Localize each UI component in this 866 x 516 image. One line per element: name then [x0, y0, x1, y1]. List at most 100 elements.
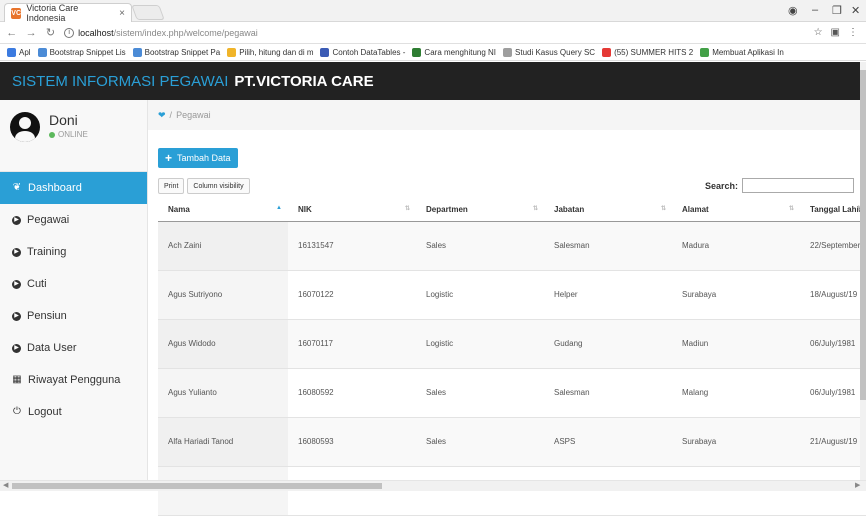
online-dot-icon: [49, 131, 55, 138]
table-cell: 16131547: [288, 221, 416, 271]
print-button[interactable]: Print: [158, 178, 185, 194]
extension-icon[interactable]: ▣: [831, 27, 840, 38]
url-field[interactable]: i localhost/sistem/index.php/welcome/peg…: [64, 24, 813, 41]
vertical-scrollbar[interactable]: [860, 62, 866, 480]
sidebar-item-label: Riwayat Pengguna: [28, 374, 121, 386]
search-label: Search:: [704, 180, 738, 191]
tab-title: Victoria Care Indonesia: [26, 3, 79, 23]
tab-close-icon[interactable]: ×: [119, 8, 125, 19]
calendar-icon: ▦: [12, 374, 22, 385]
home-icon: ❦: [12, 182, 22, 193]
minimize-icon[interactable]: –: [812, 4, 818, 16]
breadcrumb-current: Pegawai: [176, 110, 211, 120]
column-header[interactable]: NIK ⇅: [288, 198, 416, 222]
vertical-scroll-thumb[interactable]: [860, 70, 866, 400]
circle-arrow-icon: ▶: [12, 343, 21, 353]
maximize-icon[interactable]: ❐: [832, 4, 842, 17]
scroll-right-icon[interactable]: ▶: [855, 481, 860, 489]
circle-arrow-icon: ▶: [12, 311, 21, 321]
add-data-label: Tambah Data: [177, 153, 231, 163]
bookmark-item[interactable]: Studi Kasus Query SC: [503, 47, 595, 57]
sidebar-item-pegawai[interactable]: ▶ Pegawai: [0, 204, 147, 236]
sidebar-item-dashboard[interactable]: ❦ Dashboard: [0, 172, 147, 204]
browser-tab[interactable]: VC Victoria Care Indonesia ×: [4, 3, 132, 23]
sort-icon: ⇅: [532, 206, 538, 212]
bookmark-item[interactable]: (55) SUMMER HITS 2: [602, 47, 694, 57]
profile-icon[interactable]: ◉: [788, 4, 798, 17]
bookmark-item[interactable]: Bootstrap Snippet Pa: [132, 47, 221, 57]
table-cell: Gudang: [544, 319, 672, 369]
bookmark-item[interactable]: Bootstrap Snippet Lis: [37, 47, 126, 57]
menu-icon[interactable]: ⋮: [848, 27, 858, 38]
bookmark-label: Bootstrap Snippet Pa: [144, 47, 221, 57]
sidebar-item-label: Pensiun: [27, 310, 67, 322]
table-cell: 18/August/19: [800, 270, 866, 320]
table-cell: Madura: [672, 221, 800, 271]
search-input[interactable]: [742, 178, 854, 193]
bookmark-label: (55) SUMMER HITS 2: [614, 47, 694, 57]
table-cell: Logistic: [416, 319, 544, 369]
sidebar-item-label: Training: [27, 246, 67, 258]
table-row[interactable]: Agus Widodo 16070117 Logistic Gudang Madiun 0…: [158, 319, 866, 369]
new-tab-button[interactable]: [131, 5, 165, 20]
bookmark-item[interactable]: Apl: [7, 47, 31, 57]
url-path: /sistem/index.php/welcome/pegawai: [113, 27, 258, 38]
scroll-left-icon[interactable]: ◀: [3, 481, 8, 489]
user-panel: Doni ONLINE: [0, 100, 147, 172]
sidebar-item-label: Logout: [28, 406, 62, 418]
star-icon[interactable]: ☆: [814, 27, 823, 38]
column-header-label: Alamat: [682, 204, 709, 214]
bookmark-icon: [700, 47, 710, 57]
forward-icon[interactable]: →: [23, 27, 38, 39]
sort-icon: ⇅: [404, 206, 410, 212]
brand-title[interactable]: SISTEM INFORMASI PEGAWAI: [12, 73, 228, 90]
bookmark-item[interactable]: Pilih, hitung dan di m: [227, 47, 313, 57]
bookmark-item[interactable]: Cara menghitung NI: [412, 47, 497, 57]
horizontal-scroll-thumb[interactable]: [12, 483, 382, 489]
avatar: [10, 112, 40, 142]
column-header[interactable]: Nama ▲: [158, 198, 288, 222]
table-row[interactable]: Ach Zaini 16131547 Sales Salesman Madura 22/S…: [158, 221, 866, 271]
plus-icon: +: [165, 151, 173, 165]
column-header[interactable]: Tanggal Lahir⇅: [800, 198, 866, 222]
table-cell: 22/September: [800, 221, 866, 271]
table-row[interactable]: Alfa Hariadi Tanod 16080593 Sales ASPS Surab…: [158, 417, 866, 467]
table-cell: Ach Zaini: [158, 221, 288, 271]
circle-arrow-icon: ▶: [12, 279, 21, 289]
column-visibility-button[interactable]: Column visibility: [187, 178, 250, 194]
bookmark-icon: [132, 47, 142, 57]
back-icon[interactable]: ←: [4, 27, 19, 39]
reload-icon[interactable]: ↻: [43, 26, 58, 39]
sidebar-item-pensiun[interactable]: ▶ Pensiun: [0, 300, 147, 332]
table-cell: Logistic: [416, 270, 544, 320]
column-header[interactable]: Alamat ⇅: [672, 198, 800, 222]
add-data-button[interactable]: + Tambah Data: [158, 148, 238, 168]
sidebar-item-training[interactable]: ▶ Training: [0, 236, 147, 268]
breadcrumb: ❤ / Pegawai: [148, 100, 860, 130]
close-window-icon[interactable]: ✕: [851, 4, 860, 17]
table-row[interactable]: Agus Yulianto 16080592 Sales Salesman Malang…: [158, 368, 866, 418]
table-row[interactable]: Agus Sutriyono 16070122 Logistic Helper Sura…: [158, 270, 866, 320]
bookmark-label: Bootstrap Snippet Lis: [49, 47, 126, 57]
table-cell: Malang: [672, 368, 800, 418]
column-header[interactable]: Jabatan ⇅: [544, 198, 672, 222]
sidebar-item-logout[interactable]: ⏻ Logout: [0, 396, 147, 428]
user-status-label: ONLINE: [58, 130, 88, 139]
bookmark-item[interactable]: Membuat Aplikasi In: [700, 47, 784, 57]
search: Search:: [705, 178, 854, 193]
info-icon[interactable]: i: [64, 27, 75, 38]
sidebar-item-label: Cuti: [27, 278, 47, 290]
browser-tab-strip: VC Victoria Care Indonesia × ◉ – ❐ ✕: [0, 0, 866, 23]
bookmark-item[interactable]: Contoh DataTables -: [320, 47, 405, 57]
home-icon[interactable]: ❤: [158, 110, 166, 121]
table-cell: Salesman: [544, 221, 672, 271]
sidebar-item-data-user[interactable]: ▶ Data User: [0, 332, 147, 364]
horizontal-scrollbar[interactable]: ◀ ▶: [0, 480, 866, 491]
column-header-label: NIK: [298, 204, 312, 214]
bookmark-icon: [227, 47, 237, 57]
column-header[interactable]: Departmen ⇅: [416, 198, 544, 222]
sidebar-item-cuti[interactable]: ▶ Cuti: [0, 268, 147, 300]
sidebar-item-riwayat-pengguna[interactable]: ▦ Riwayat Pengguna: [0, 364, 147, 396]
bookmark-label: Cara menghitung NI: [424, 47, 497, 57]
sidebar-item-label: Pegawai: [27, 214, 70, 226]
